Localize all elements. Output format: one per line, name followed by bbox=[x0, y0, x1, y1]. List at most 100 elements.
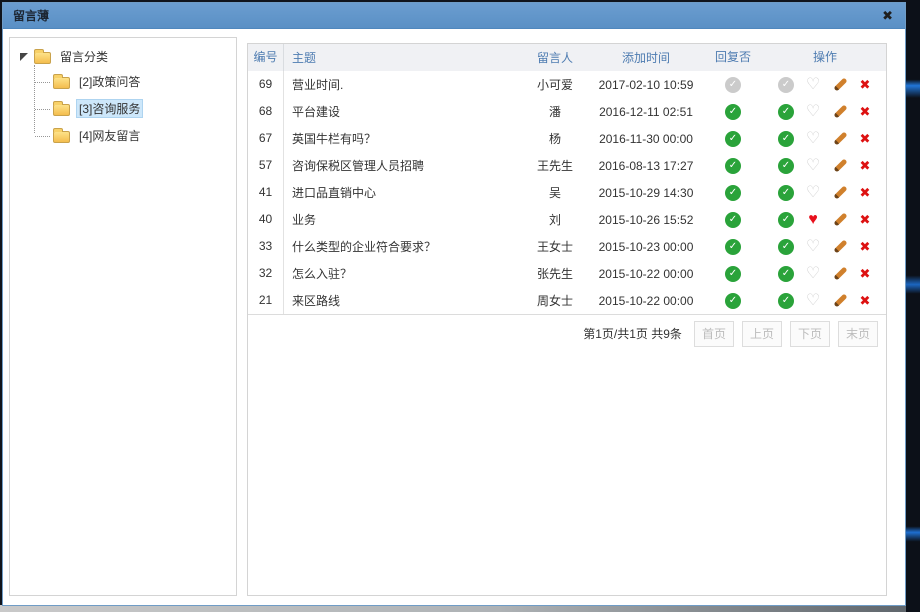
header-person: 留言人 bbox=[520, 49, 590, 66]
replied-check-icon: ✓ bbox=[725, 185, 741, 201]
delete-x-icon[interactable]: ✖ bbox=[858, 266, 872, 282]
dialog-title: 留言薄 bbox=[13, 7, 49, 24]
cell-subject: 怎么入驻？ bbox=[284, 265, 520, 282]
edit-pencil-icon[interactable] bbox=[832, 266, 848, 282]
delete-x-icon[interactable]: ✖ bbox=[858, 104, 872, 120]
category-tree-panel: 留言分类 [2]政策问答 [3]咨询服务 [4]网友留言 bbox=[9, 37, 237, 596]
recommend-heart-icon[interactable]: ♡ bbox=[804, 77, 822, 93]
edit-pencil-icon[interactable] bbox=[832, 185, 848, 201]
cell-id: 32 bbox=[248, 260, 284, 287]
audit-check-icon[interactable]: ✓ bbox=[778, 212, 794, 228]
delete-x-icon[interactable]: ✖ bbox=[858, 212, 872, 228]
header-time: 添加时间 bbox=[590, 49, 702, 66]
messages-panel: 编号 主题 留言人 添加时间 回复否 操作 69 营业时间. 小可爱 2017-… bbox=[247, 43, 887, 596]
cell-time: 2015-10-26 15:52 bbox=[590, 213, 702, 227]
cell-id: 41 bbox=[248, 179, 284, 206]
delete-x-icon[interactable]: ✖ bbox=[858, 158, 872, 174]
recommend-heart-icon[interactable]: ♡ bbox=[804, 104, 822, 120]
tree-item[interactable]: [2]政策问答 bbox=[31, 68, 230, 95]
header-id: 编号 bbox=[248, 44, 284, 71]
edit-pencil-icon[interactable] bbox=[832, 104, 848, 120]
prev-page-button[interactable]: 上页 bbox=[742, 321, 782, 347]
edit-pencil-icon[interactable] bbox=[832, 77, 848, 93]
replied-check-icon: ✓ bbox=[725, 293, 741, 309]
audit-check-icon[interactable]: ✓ bbox=[778, 158, 794, 174]
delete-x-icon[interactable]: ✖ bbox=[858, 185, 872, 201]
cell-time: 2015-10-29 14:30 bbox=[590, 186, 702, 200]
first-page-button[interactable]: 首页 bbox=[694, 321, 734, 347]
tree-expander-icon[interactable] bbox=[20, 53, 28, 61]
replied-check-icon: ✓ bbox=[725, 131, 741, 147]
tree-item[interactable]: [4]网友留言 bbox=[31, 122, 230, 149]
table-row: 69 营业时间. 小可爱 2017-02-10 10:59 ✓ ✓ ♡ ✖ bbox=[248, 71, 886, 98]
cell-time: 2016-12-11 02:51 bbox=[590, 105, 702, 119]
audit-check-icon[interactable]: ✓ bbox=[778, 266, 794, 282]
delete-x-icon[interactable]: ✖ bbox=[858, 77, 872, 93]
recommend-heart-icon[interactable]: ♡ bbox=[804, 266, 822, 282]
table-header-row: 编号 主题 留言人 添加时间 回复否 操作 bbox=[248, 44, 886, 71]
audit-check-icon[interactable]: ✓ bbox=[778, 293, 794, 309]
next-page-button[interactable]: 下页 bbox=[790, 321, 830, 347]
audit-check-icon[interactable]: ✓ bbox=[778, 131, 794, 147]
dialog-titlebar[interactable]: 留言薄 ✖ bbox=[3, 3, 905, 29]
cell-subject: 进口品直销中心 bbox=[284, 184, 520, 201]
recommend-heart-icon[interactable]: ♡ bbox=[804, 293, 822, 309]
cell-time: 2015-10-22 00:00 bbox=[590, 294, 702, 308]
audit-check-icon[interactable]: ✓ bbox=[778, 104, 794, 120]
cell-id: 40 bbox=[248, 206, 284, 233]
last-page-button[interactable]: 末页 bbox=[838, 321, 878, 347]
audit-check-icon[interactable]: ✓ bbox=[778, 185, 794, 201]
cell-time: 2016-08-13 17:27 bbox=[590, 159, 702, 173]
audit-check-icon[interactable]: ✓ bbox=[778, 239, 794, 255]
delete-x-icon[interactable]: ✖ bbox=[858, 131, 872, 147]
tree-root-label[interactable]: 留言分类 bbox=[57, 47, 111, 66]
recommend-heart-icon[interactable]: ♡ bbox=[804, 185, 822, 201]
replied-check-icon: ✓ bbox=[725, 77, 741, 93]
cell-person: 潘 bbox=[520, 103, 590, 120]
header-subject: 主题 bbox=[284, 49, 520, 66]
edit-pencil-icon[interactable] bbox=[832, 293, 848, 309]
cell-id: 69 bbox=[248, 71, 284, 98]
folder-icon bbox=[34, 52, 51, 64]
replied-check-icon: ✓ bbox=[725, 266, 741, 282]
pagination-summary: 第1页/共1页 共9条 bbox=[583, 325, 682, 342]
tree-item-label[interactable]: [4]网友留言 bbox=[76, 126, 143, 145]
recommend-heart-icon[interactable]: ♥ bbox=[804, 212, 822, 228]
edit-pencil-icon[interactable] bbox=[832, 158, 848, 174]
tree-item[interactable]: [3]咨询服务 bbox=[31, 95, 230, 122]
table-row: 67 英国牛栏有吗？ 杨 2016-11-30 00:00 ✓ ✓ ♡ ✖ bbox=[248, 125, 886, 152]
cell-subject: 咨询保税区管理人员招聘 bbox=[284, 157, 520, 174]
edit-pencil-icon[interactable] bbox=[832, 131, 848, 147]
recommend-heart-icon[interactable]: ♡ bbox=[804, 239, 822, 255]
cell-subject: 平台建设 bbox=[284, 103, 520, 120]
table-row: 68 平台建设 潘 2016-12-11 02:51 ✓ ✓ ♡ ✖ bbox=[248, 98, 886, 125]
cell-time: 2017-02-10 10:59 bbox=[590, 78, 702, 92]
recommend-heart-icon[interactable]: ♡ bbox=[804, 131, 822, 147]
category-tree: 留言分类 [2]政策问答 [3]咨询服务 [4]网友留言 bbox=[10, 38, 236, 158]
cell-id: 21 bbox=[248, 287, 284, 314]
cell-person: 王先生 bbox=[520, 157, 590, 174]
table-row: 57 咨询保税区管理人员招聘 王先生 2016-08-13 17:27 ✓ ✓ … bbox=[248, 152, 886, 179]
edit-pencil-icon[interactable] bbox=[832, 212, 848, 228]
recommend-heart-icon[interactable]: ♡ bbox=[804, 158, 822, 174]
delete-x-icon[interactable]: ✖ bbox=[858, 293, 872, 309]
table-row: 41 进口品直销中心 吴 2015-10-29 14:30 ✓ ✓ ♡ ✖ bbox=[248, 179, 886, 206]
background-page-bottom bbox=[0, 605, 906, 612]
cell-id: 67 bbox=[248, 125, 284, 152]
replied-check-icon: ✓ bbox=[725, 104, 741, 120]
delete-x-icon[interactable]: ✖ bbox=[858, 239, 872, 255]
edit-pencil-icon[interactable] bbox=[832, 239, 848, 255]
cell-person: 刘 bbox=[520, 211, 590, 228]
tree-item-label[interactable]: [2]政策问答 bbox=[76, 72, 143, 91]
background-page-edge bbox=[906, 0, 920, 612]
table-row: 32 怎么入驻？ 张先生 2015-10-22 00:00 ✓ ✓ ♡ ✖ bbox=[248, 260, 886, 287]
table-row: 40 业务 刘 2015-10-26 15:52 ✓ ✓ ♥ ✖ bbox=[248, 206, 886, 233]
folder-icon bbox=[53, 131, 70, 143]
tree-root-node[interactable]: 留言分类 bbox=[16, 47, 230, 66]
tree-item-label[interactable]: [3]咨询服务 bbox=[76, 99, 143, 118]
folder-icon bbox=[53, 104, 70, 116]
header-replied: 回复否 bbox=[702, 44, 764, 71]
close-icon[interactable]: ✖ bbox=[882, 7, 893, 25]
folder-icon bbox=[53, 77, 70, 89]
audit-check-icon[interactable]: ✓ bbox=[778, 77, 794, 93]
